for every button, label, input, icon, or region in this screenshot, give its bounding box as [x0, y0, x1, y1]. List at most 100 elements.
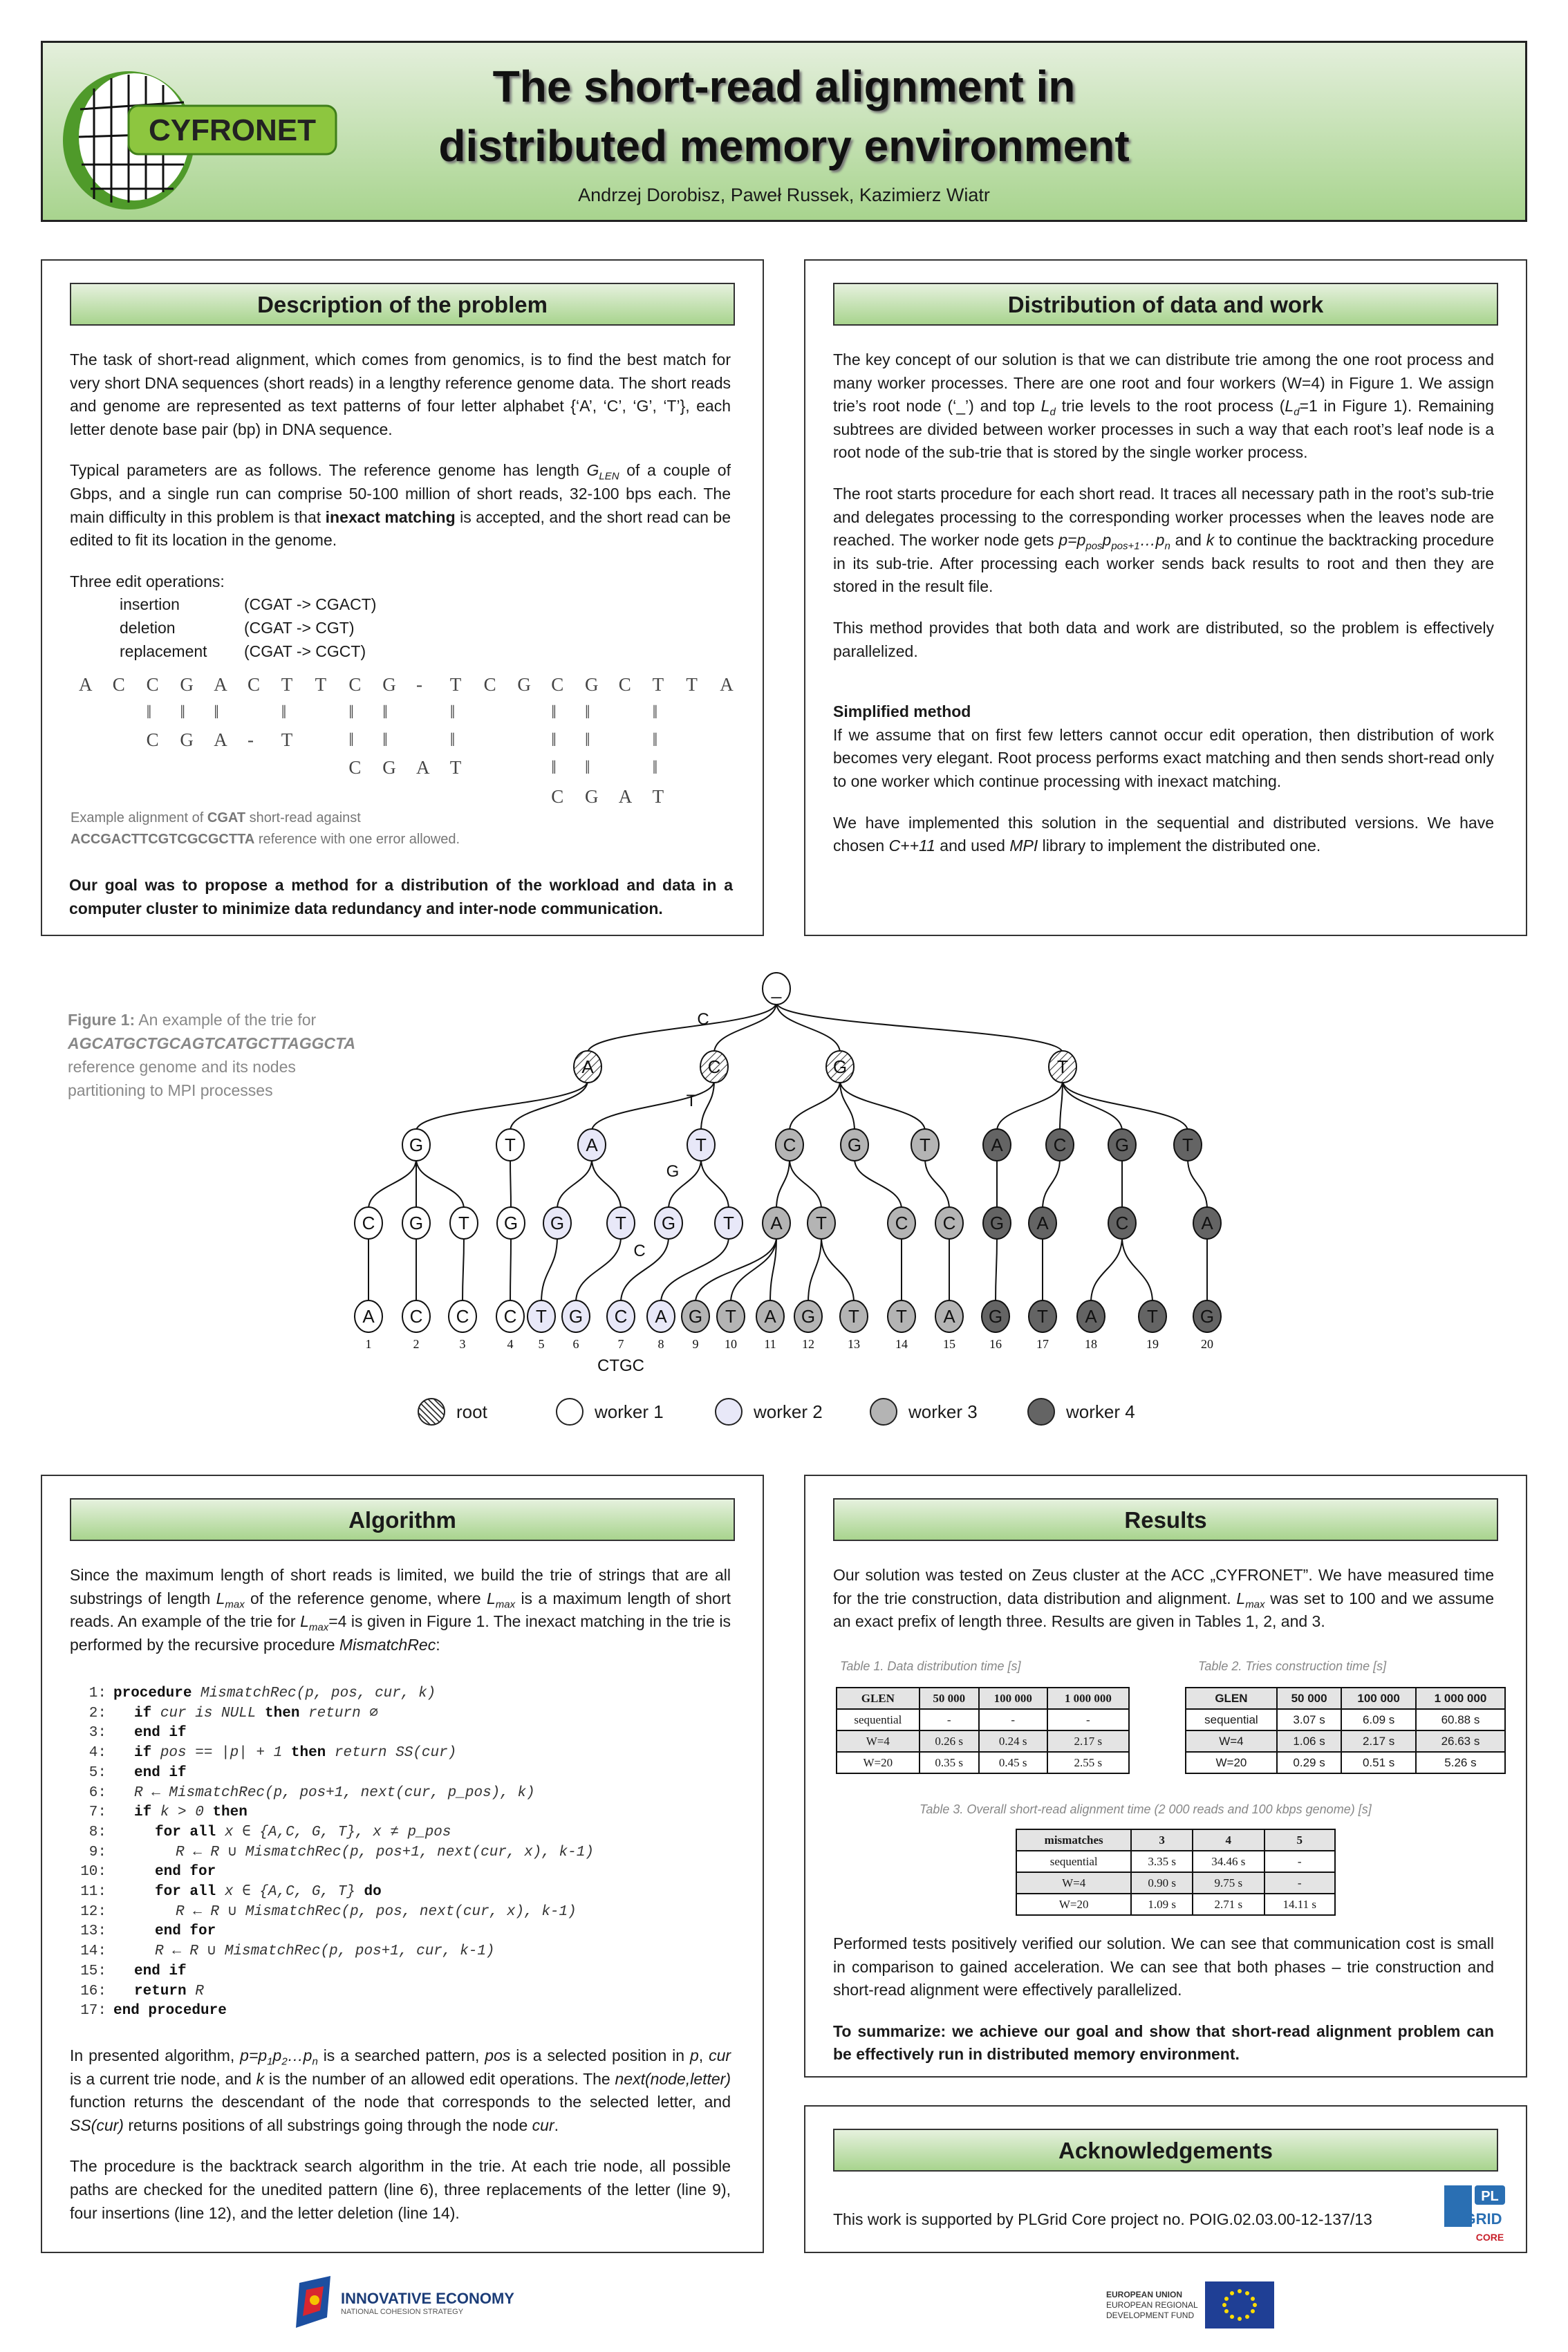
list-item: insertion (CGAT -> CGACT) [120, 593, 731, 617]
node-letter: A [655, 1306, 667, 1327]
trie-node-worker2: C [606, 1300, 635, 1333]
alignment-caption: Example alignment of CGAT short-read aga… [71, 808, 460, 850]
innovative-economy-subtext: NATIONAL COHESION STRATEGY [341, 2308, 464, 2316]
code-line: 13: end for [76, 1922, 594, 1942]
goal-statement: Our goal was to propose a method for a d… [69, 876, 733, 917]
trie-node-worker2: T [606, 1206, 635, 1240]
line-number: 7: [88, 1804, 106, 1821]
alignment-match-bar: ‖ [652, 729, 658, 750]
results-panel: Results Our solution was tested on Zeus … [804, 1475, 1527, 2078]
text-segment: d [1294, 406, 1300, 418]
table-header-row: mismatches 3 4 5 [1015, 1829, 1336, 1851]
text-segment: p=p [1058, 531, 1086, 550]
trie-edge [1062, 1080, 1188, 1132]
path-label: CTGC [597, 1356, 644, 1375]
legend-item: root [418, 1398, 487, 1426]
code-keyword: end if [134, 1963, 187, 1979]
node-letter: T [458, 1213, 469, 1233]
text-segment: function returns the descendant of the n… [70, 2093, 731, 2111]
node-letter: G [569, 1306, 583, 1327]
trie-node-worker2: T [527, 1300, 556, 1333]
node-letter: G [409, 1135, 423, 1155]
trie-edge [416, 1158, 465, 1210]
table-cell: sequential [1185, 1708, 1278, 1731]
edge-label: C [697, 1010, 709, 1029]
text-segment: : [436, 1635, 440, 1654]
table-cell: GLEN [836, 1687, 920, 1710]
node-letter: T [505, 1135, 516, 1155]
alignment-match-bar: ‖ [214, 702, 219, 722]
text-segment: pos+1 [1111, 540, 1140, 552]
text-segment: 1 [267, 2055, 273, 2068]
table2-caption: Table 2. Tries construction time [s] [1198, 1659, 1387, 1673]
node-letter: G [833, 1056, 847, 1077]
trie-edge [924, 1158, 950, 1210]
section-title: Distribution of data and work [833, 283, 1498, 326]
acknowledgements-panel: Acknowledgements This work is supported … [804, 2105, 1527, 2253]
trie-node-worker1: C [354, 1206, 383, 1240]
poster-title: The short-read alignment in distributed … [333, 57, 1235, 176]
node-letter: C [1054, 1135, 1067, 1155]
text-segment: , [698, 2046, 709, 2064]
paragraph: Typical parameters are as follows. The r… [70, 459, 731, 552]
trie-edge [462, 1236, 465, 1303]
edit-name: deletion [120, 618, 176, 637]
section-title: Acknowledgements [833, 2129, 1498, 2172]
line-number: 1: [88, 1686, 106, 1701]
code-line: 2: if cur is NULL then return ∅ [76, 1704, 594, 1724]
trie-node-worker1: C [496, 1300, 525, 1333]
text-segment: p [689, 2046, 699, 2064]
trie-node-worker2: A [577, 1128, 606, 1161]
svg-text:CYFRONET: CYFRONET [149, 113, 316, 147]
alignment-letter: T [281, 729, 293, 750]
table-cell: 3 [1130, 1829, 1193, 1851]
trie-edge [510, 1236, 512, 1303]
text-segment: C++11 [888, 837, 935, 855]
node-letter: T [920, 1135, 931, 1155]
trie-figure: _A C G TG T A T C G T A C G TC G T G G T G T A T C C G A C AA C C C T G C A… [354, 972, 1222, 1375]
table-cell: 34.46 s [1192, 1850, 1265, 1873]
alignment-letter: G [585, 786, 599, 807]
table-cell: 0.26 s [918, 1730, 980, 1753]
trie-root-node: _ [762, 972, 791, 1005]
pseudocode: 1: procedure MismatchRec(p, pos, cur, k) 2… [76, 1684, 594, 2022]
alignment-match-bar: ‖ [551, 729, 557, 750]
alignment-letter: C [551, 674, 564, 695]
algorithm-explanation: In presented algorithm, p=p1p2…pn is a s… [70, 2044, 731, 2243]
table-cell: W=4 [1185, 1730, 1278, 1753]
paragraph: The procedure is the backtrack search al… [70, 2157, 731, 2222]
legend-label: worker 4 [1066, 1401, 1135, 1422]
code-line: 12: R ← R ∪ MismatchRec(p, pos, next(cur,… [76, 1903, 594, 1923]
leaf-number: 4 [507, 1337, 514, 1351]
trie-node-worker3: C [775, 1128, 804, 1161]
table-cell: W=20 [836, 1751, 920, 1774]
leaf-number: 6 [573, 1337, 579, 1351]
text-segment: SS(cur) [70, 2116, 124, 2134]
trie-node-root: T [1048, 1050, 1077, 1083]
legend-swatch-icon [556, 1398, 584, 1426]
alignment-match-bar: ‖ [146, 702, 152, 722]
text-segment: of the reference genome, where [244, 1589, 487, 1607]
text-segment: L [1236, 1589, 1246, 1607]
table-cell: 3.35 s [1130, 1850, 1193, 1873]
trie-node-worker2: A [646, 1300, 675, 1333]
node-letter: T [536, 1306, 547, 1327]
trie-node-worker3: G [840, 1128, 869, 1161]
distribution-panel: Distribution of data and work The key co… [804, 259, 1527, 936]
leaf-number: 11 [764, 1337, 776, 1351]
line-number: 14: [80, 1943, 106, 1960]
text-segment: Example alignment of [71, 810, 207, 825]
trie-node-worker1: A [354, 1300, 383, 1333]
node-letter: _ [771, 978, 782, 999]
text-segment: Typical parameters are as follows. The r… [70, 461, 587, 480]
trie-edge [808, 1236, 822, 1303]
section-title: Algorithm [70, 1498, 735, 1541]
leaf-number: 17 [1036, 1337, 1049, 1351]
code-text: cur is NULL [151, 1705, 265, 1721]
paragraph: The key concept of our solution is that … [833, 348, 1494, 465]
table-cell: 4 [1192, 1829, 1265, 1851]
alignment-letter: C [146, 674, 159, 695]
text-segment: is a selected position in [510, 2046, 690, 2064]
legend-label: worker 2 [754, 1401, 823, 1422]
trie-node-root: G [825, 1050, 855, 1083]
